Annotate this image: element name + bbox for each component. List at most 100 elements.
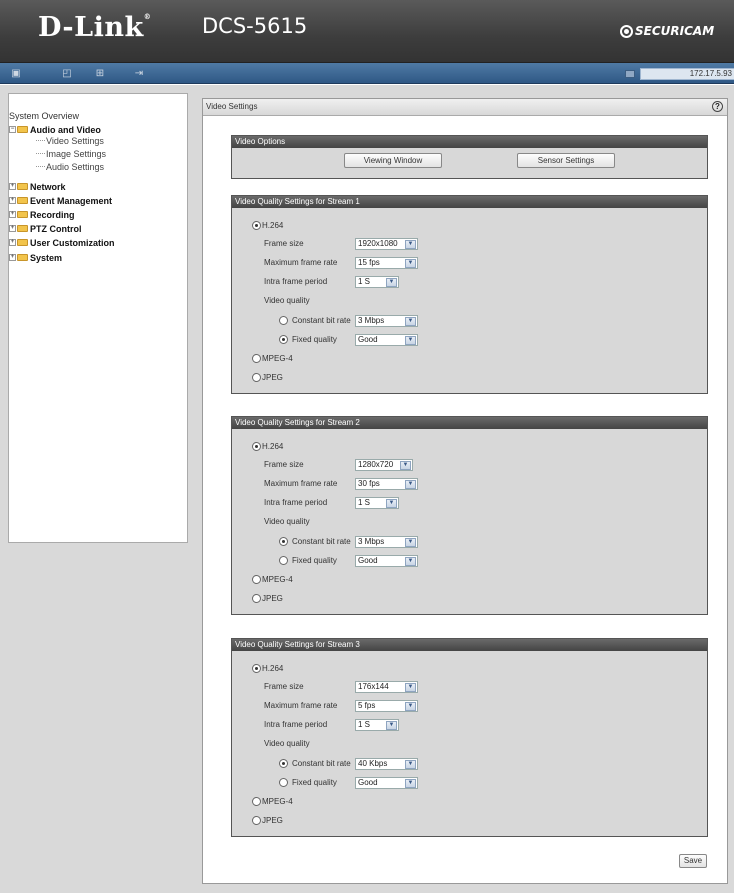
viewing-window-button[interactable]: Viewing Window [344, 153, 442, 168]
frame-size-select[interactable]: 176x144 ▼ [355, 681, 418, 693]
intra-frame-label: Intra frame period [264, 720, 328, 729]
frame-size-select[interactable]: 1280x720 ▼ [355, 459, 413, 471]
select-value: 1 S [358, 720, 371, 729]
bitrate-select[interactable]: 3 Mbps ▼ [355, 315, 418, 327]
jpeg-radio[interactable] [252, 594, 261, 603]
intra-frame-select[interactable]: 1 S ▼ [355, 719, 399, 731]
logout-icon[interactable]: ⇥ [133, 68, 145, 79]
sidebar-item-label: Event Management [30, 195, 113, 206]
h264-radio[interactable] [252, 221, 261, 230]
frame-rate-select[interactable]: 5 fps ▼ [355, 700, 418, 712]
frame-size-label: Frame size [264, 460, 304, 469]
snapshot-icon[interactable]: ▣ [10, 68, 22, 79]
sidebar-item-audio-video[interactable]: − Audio and Video [9, 124, 101, 135]
toolbar: ▣ ◰ ⊞ ⇥ 172.17.5.93 [0, 63, 734, 84]
sidebar-item-label: User Customization [30, 237, 115, 248]
page-title: Video Settings ? [203, 99, 727, 116]
video-options-section: Video Options Viewing Window Sensor Sett… [231, 135, 708, 179]
camera-view-icon[interactable]: ◰ [61, 68, 73, 79]
bitrate-select[interactable]: 3 Mbps ▼ [355, 536, 418, 548]
h264-label: H.264 [262, 664, 284, 673]
sidebar-item-audio-settings[interactable]: Audio Settings [46, 162, 104, 172]
frame-size-label: Frame size [264, 682, 304, 691]
mpeg4-radio[interactable] [252, 575, 261, 584]
sidebar-item-ptz-control[interactable]: + PTZ Control [9, 223, 82, 234]
sidebar: System Overview − Audio and Video Video … [8, 93, 188, 543]
network-icon [625, 70, 635, 78]
sidebar-item-event-management[interactable]: + Event Management [9, 195, 112, 206]
fixed-quality-label: Fixed quality [292, 556, 337, 565]
fixed-quality-radio[interactable] [279, 335, 288, 344]
chevron-down-icon: ▼ [405, 259, 416, 268]
sidebar-item-label: Recording [30, 209, 75, 220]
h264-radio[interactable] [252, 442, 261, 451]
folder-icon [17, 197, 28, 204]
ip-display: 172.17.5.93 [625, 68, 734, 80]
settings-icon[interactable]: ⊞ [94, 68, 106, 79]
quality-select[interactable]: Good ▼ [355, 777, 418, 789]
expand-icon[interactable]: + [9, 239, 16, 246]
quality-select[interactable]: Good ▼ [355, 555, 418, 567]
expand-icon[interactable]: + [9, 211, 16, 218]
expand-icon[interactable]: + [9, 225, 16, 232]
cbr-radio[interactable] [279, 537, 288, 546]
select-value: 30 fps [358, 479, 380, 488]
cbr-radio[interactable] [279, 316, 288, 325]
collapse-icon[interactable]: − [9, 126, 16, 133]
sensor-settings-button[interactable]: Sensor Settings [517, 153, 615, 168]
max-frame-rate-label: Maximum frame rate [264, 258, 338, 267]
frame-size-select[interactable]: 1920x1080 ▼ [355, 238, 418, 250]
sidebar-item-label: PTZ Control [30, 223, 82, 234]
section-title: Video Options [232, 136, 707, 148]
frame-rate-select[interactable]: 15 fps ▼ [355, 257, 418, 269]
camera-model: DCS-5615 [202, 14, 308, 38]
expand-icon[interactable]: + [9, 183, 16, 190]
stream-2-section: Video Quality Settings for Stream 2 H.26… [231, 416, 708, 615]
jpeg-radio[interactable] [252, 373, 261, 382]
intra-frame-select[interactable]: 1 S ▼ [355, 497, 399, 509]
sidebar-item-recording[interactable]: + Recording [9, 209, 75, 220]
header-bar: D-Link® DCS-5615 SECURICAM [0, 0, 734, 63]
folder-icon [17, 239, 28, 246]
sidebar-item-image-settings[interactable]: Image Settings [46, 149, 106, 159]
sidebar-system-overview[interactable]: System Overview [9, 111, 79, 121]
intra-frame-label: Intra frame period [264, 277, 328, 286]
cbr-radio[interactable] [279, 759, 288, 768]
h264-radio[interactable] [252, 664, 261, 673]
frame-rate-select[interactable]: 30 fps ▼ [355, 478, 418, 490]
video-quality-label: Video quality [264, 296, 310, 305]
select-value: 1 S [358, 498, 371, 507]
expand-icon[interactable]: + [9, 197, 16, 204]
sidebar-item-user-customization[interactable]: + User Customization [9, 237, 115, 248]
video-quality-label: Video quality [264, 739, 310, 748]
h264-label: H.264 [262, 221, 284, 230]
fixed-quality-radio[interactable] [279, 556, 288, 565]
mpeg4-radio[interactable] [252, 354, 261, 363]
jpeg-label: JPEG [262, 373, 283, 382]
select-value: Good [358, 556, 378, 565]
select-value: 1920x1080 [358, 239, 398, 248]
select-value: 15 fps [358, 258, 380, 267]
max-frame-rate-label: Maximum frame rate [264, 701, 338, 710]
folder-icon [17, 225, 28, 232]
sidebar-item-network[interactable]: + Network [9, 181, 66, 192]
frame-size-label: Frame size [264, 239, 304, 248]
fixed-quality-radio[interactable] [279, 778, 288, 787]
chevron-down-icon: ▼ [386, 278, 397, 287]
sidebar-item-label: System [30, 252, 63, 263]
chevron-down-icon: ▼ [386, 721, 397, 730]
mpeg4-radio[interactable] [252, 797, 261, 806]
intra-frame-label: Intra frame period [264, 498, 328, 507]
video-quality-label: Video quality [264, 517, 310, 526]
sidebar-item-system[interactable]: + System [9, 252, 62, 263]
sidebar-item-video-settings[interactable]: Video Settings [46, 136, 104, 146]
jpeg-radio[interactable] [252, 816, 261, 825]
intra-frame-select[interactable]: 1 S ▼ [355, 276, 399, 288]
select-value: 5 fps [358, 701, 376, 710]
expand-icon[interactable]: + [9, 254, 16, 261]
help-icon[interactable]: ? [712, 101, 723, 112]
bitrate-select[interactable]: 40 Kbps ▼ [355, 758, 418, 770]
chevron-down-icon: ▼ [405, 702, 416, 711]
quality-select[interactable]: Good ▼ [355, 334, 418, 346]
save-button[interactable]: Save [679, 854, 707, 868]
